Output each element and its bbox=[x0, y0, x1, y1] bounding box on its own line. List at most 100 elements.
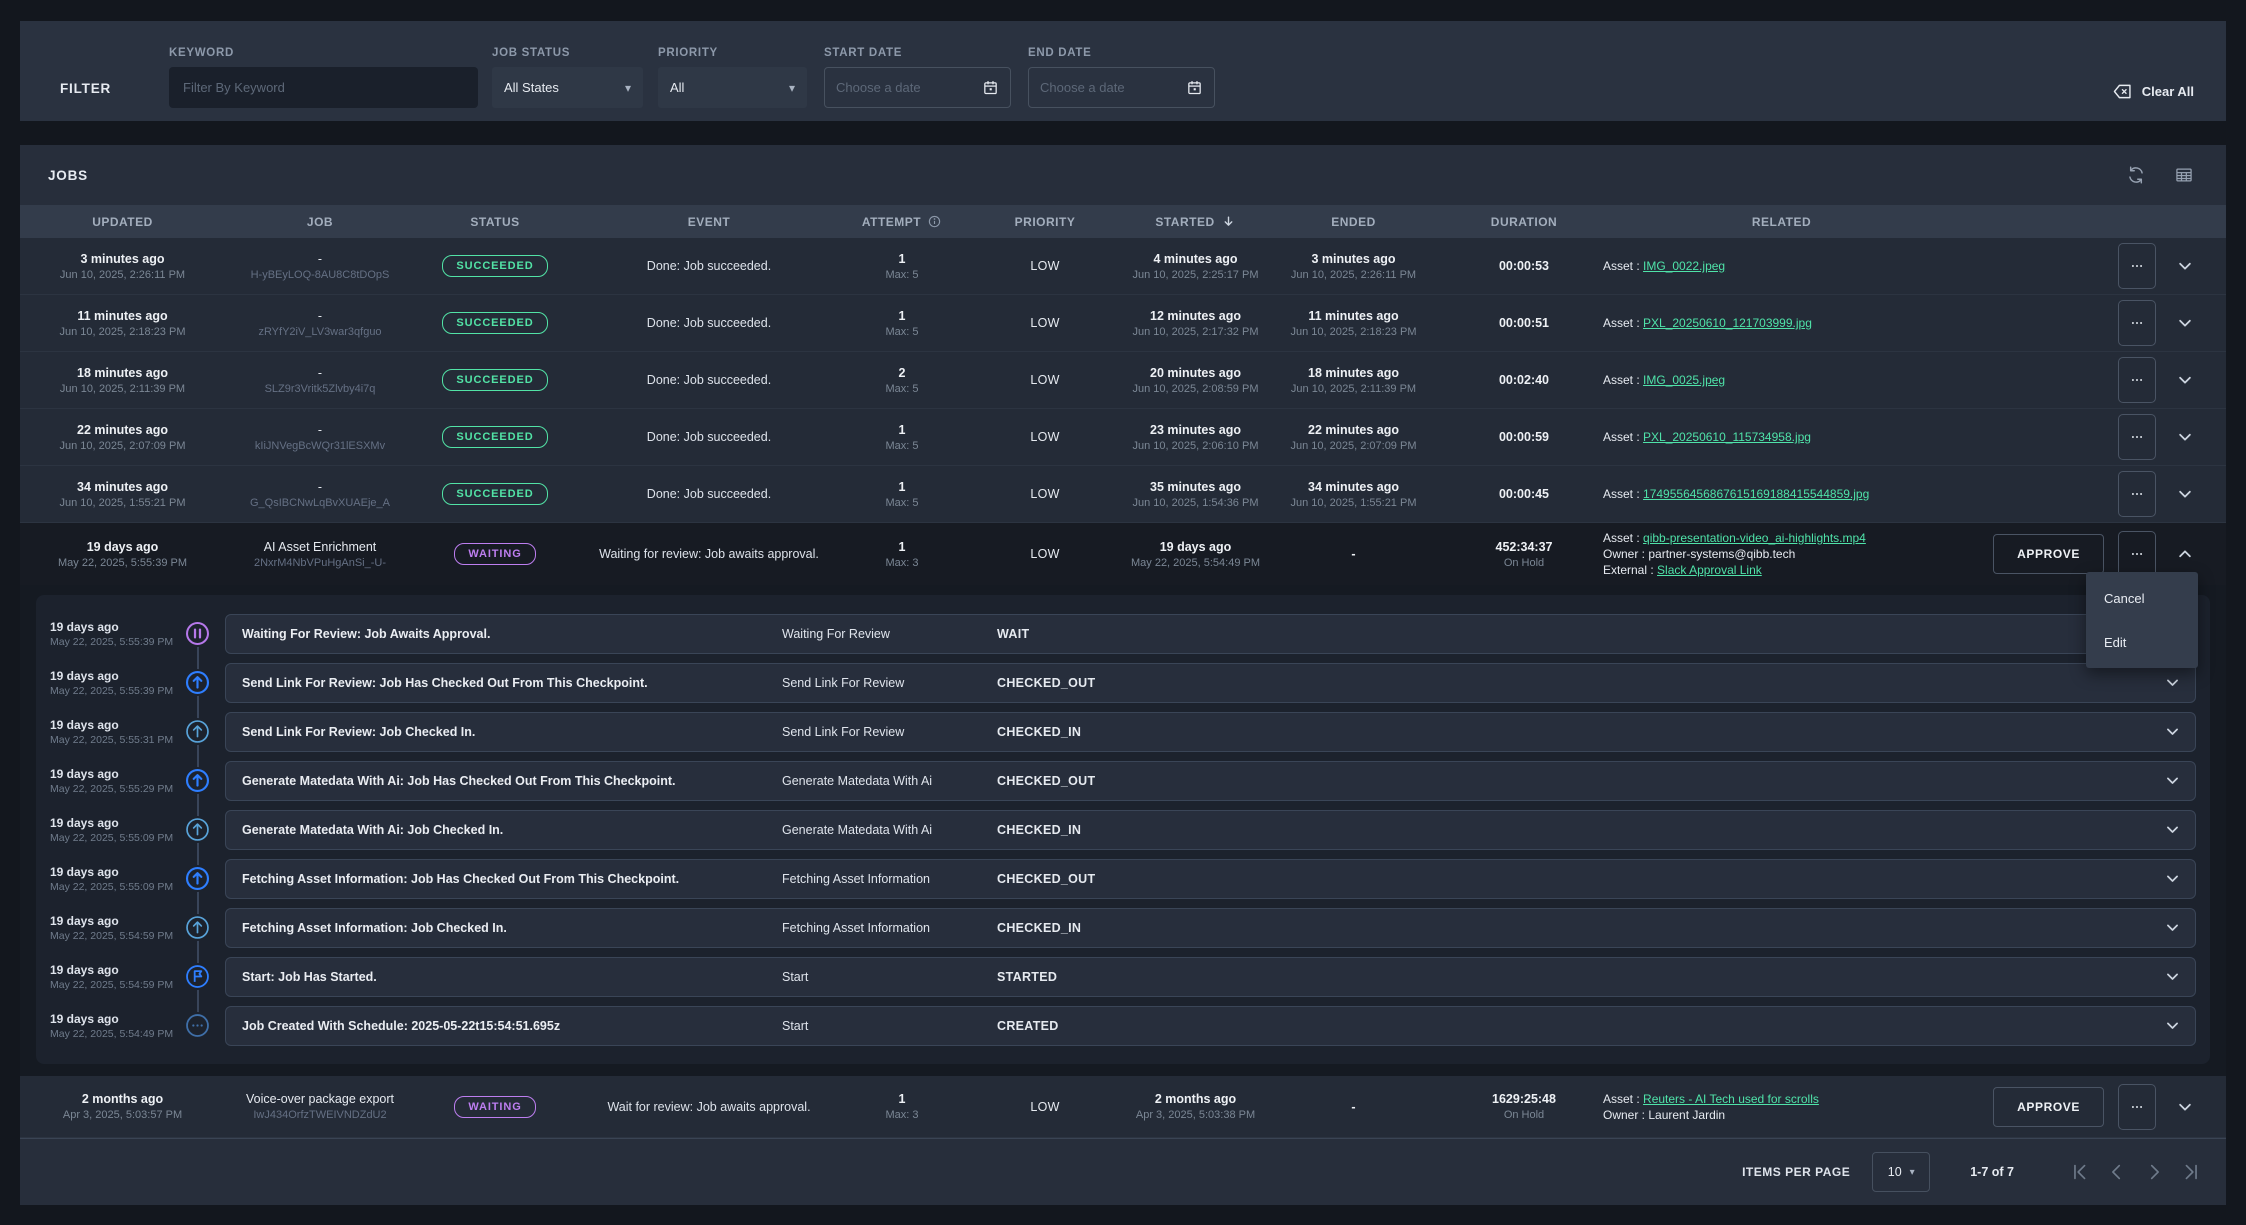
job-row[interactable]: 22 minutes ago Jun 10, 2025, 2:07:09 PM … bbox=[20, 409, 2226, 466]
first-page-button[interactable] bbox=[2069, 1161, 2091, 1183]
info-icon[interactable] bbox=[927, 214, 942, 229]
job-row[interactable]: 19 days ago May 22, 2025, 5:55:39 PM AI … bbox=[20, 523, 2226, 585]
status-badge: SUCCEEDED bbox=[442, 483, 547, 505]
chevron-down-icon[interactable] bbox=[2164, 723, 2181, 740]
calendar-icon[interactable] bbox=[982, 79, 999, 96]
related-link[interactable]: 1749556456867615169188415544859.jpg bbox=[1643, 487, 1869, 501]
related-link[interactable]: PXL_20250610_115734958.jpg bbox=[1643, 430, 1811, 444]
approve-button[interactable]: APPROVE bbox=[1993, 534, 2104, 574]
next-page-button[interactable] bbox=[2143, 1161, 2165, 1183]
more-actions-button[interactable] bbox=[2118, 414, 2156, 460]
timeline-absolute-time: May 22, 2025, 5:55:09 PM bbox=[50, 881, 182, 893]
keyword-input[interactable] bbox=[169, 67, 478, 108]
job-row[interactable]: 3 minutes ago Jun 10, 2025, 2:26:11 PM -… bbox=[20, 238, 2226, 295]
start-date-input[interactable]: Choose a date bbox=[824, 67, 1011, 108]
timeline-event-card[interactable]: Generate Matedata With Ai: Job Has Check… bbox=[225, 761, 2196, 801]
keyword-label: KEYWORD bbox=[169, 47, 478, 59]
column-header-started[interactable]: STARTED bbox=[1129, 214, 1262, 229]
related-link[interactable]: IMG_0022.jpeg bbox=[1643, 259, 1725, 273]
previous-page-button[interactable] bbox=[2106, 1161, 2128, 1183]
chevron-down-icon[interactable] bbox=[2164, 772, 2181, 789]
related-link[interactable]: IMG_0025.jpeg bbox=[1643, 373, 1725, 387]
chevron-down-icon[interactable] bbox=[2164, 674, 2181, 691]
duration-cell: 00:00:45 bbox=[1445, 487, 1603, 501]
chevron-down-icon: ▾ bbox=[789, 81, 795, 95]
timeline-event-card[interactable]: Send Link For Review: Job Has Checked Ou… bbox=[225, 663, 2196, 703]
expand-chevron-icon[interactable] bbox=[2170, 485, 2200, 503]
more-actions-button[interactable] bbox=[2118, 1084, 2156, 1130]
timeline-event-state: WAIT bbox=[997, 627, 2149, 641]
timeline-task-name: Fetching Asset Information bbox=[782, 921, 997, 935]
chevron-down-icon[interactable] bbox=[2164, 1017, 2181, 1034]
priority-label: PRIORITY bbox=[658, 47, 807, 59]
more-actions-button[interactable] bbox=[2118, 300, 2156, 346]
timeline-event-card[interactable]: Job Created With Schedule: 2025-05-22t15… bbox=[225, 1006, 2196, 1046]
job-row[interactable]: 2 months ago Apr 3, 2025, 5:03:57 PM Voi… bbox=[20, 1076, 2226, 1138]
ended-cell: 22 minutes ago Jun 10, 2025, 2:07:09 PM bbox=[1262, 423, 1445, 452]
end-date-placeholder: Choose a date bbox=[1040, 80, 1125, 95]
more-actions-button[interactable] bbox=[2118, 471, 2156, 517]
started-relative: 23 minutes ago bbox=[1129, 423, 1262, 437]
related-link[interactable]: qibb-presentation-video_ai-highlights.mp… bbox=[1643, 531, 1866, 545]
expand-chevron-icon[interactable] bbox=[2170, 314, 2200, 332]
timeline-event-card[interactable]: Fetching Asset Information: Job Has Chec… bbox=[225, 859, 2196, 899]
calendar-icon[interactable] bbox=[1186, 79, 1203, 96]
approve-button[interactable]: APPROVE bbox=[1993, 1087, 2104, 1127]
timeline-event-card[interactable]: Waiting For Review: Job Awaits Approval.… bbox=[225, 614, 2196, 654]
end-date-input[interactable]: Choose a date bbox=[1028, 67, 1215, 108]
menu-item-cancel[interactable]: Cancel bbox=[2086, 576, 2198, 620]
priority-cell: LOW bbox=[961, 1100, 1129, 1114]
expand-chevron-icon[interactable] bbox=[2170, 257, 2200, 275]
chevron-down-icon[interactable] bbox=[2164, 821, 2181, 838]
timeline-row: 19 days ago May 22, 2025, 5:55:09 PM Gen… bbox=[36, 805, 2210, 854]
attempt-cell: 1 Max: 5 bbox=[843, 309, 961, 338]
sort-descending-icon[interactable] bbox=[1221, 214, 1236, 229]
duration-status: On Hold bbox=[1445, 557, 1603, 569]
attempt-count: 1 bbox=[843, 252, 961, 266]
timeline-event-title: Send Link For Review: Job Checked In. bbox=[242, 725, 782, 739]
event-cell: Done: Job succeeded. bbox=[575, 316, 843, 330]
expand-chevron-icon[interactable] bbox=[2170, 428, 2200, 446]
priority-select[interactable]: All ▾ bbox=[658, 67, 807, 108]
start-date-field-group: START DATE Choose a date bbox=[824, 47, 1011, 108]
menu-item-edit[interactable]: Edit bbox=[2086, 620, 2198, 664]
status-badge: WAITING bbox=[454, 543, 535, 565]
timeline-relative-time: 19 days ago bbox=[50, 914, 182, 928]
refresh-icon[interactable] bbox=[2126, 165, 2146, 185]
timeline-state-icon bbox=[184, 669, 211, 696]
expand-chevron-icon[interactable] bbox=[2170, 1098, 2200, 1116]
actions-cell: APPROVE bbox=[1960, 531, 2226, 577]
timeline-row: 19 days ago May 22, 2025, 5:54:49 PM Job… bbox=[36, 1001, 2210, 1050]
expand-chevron-icon[interactable] bbox=[2170, 545, 2200, 563]
related-link[interactable]: PXL_20250610_121703999.jpg bbox=[1643, 316, 1812, 330]
expand-chevron-icon[interactable] bbox=[2170, 371, 2200, 389]
timeline-event-card[interactable]: Send Link For Review: Job Checked In. Se… bbox=[225, 712, 2196, 752]
table-view-icon[interactable] bbox=[2174, 165, 2194, 185]
job-row[interactable]: 34 minutes ago Jun 10, 2025, 1:55:21 PM … bbox=[20, 466, 2226, 523]
more-actions-button[interactable] bbox=[2118, 531, 2156, 577]
related-link[interactable]: Slack Approval Link bbox=[1657, 563, 1762, 577]
job-cell: Voice-over package export IwJ434OrfzTWEI… bbox=[225, 1092, 415, 1121]
clear-all-button[interactable]: Clear All bbox=[2112, 81, 2194, 102]
last-page-button[interactable] bbox=[2180, 1161, 2202, 1183]
job-row[interactable]: 11 minutes ago Jun 10, 2025, 2:18:23 PM … bbox=[20, 295, 2226, 352]
more-actions-button[interactable] bbox=[2118, 243, 2156, 289]
chevron-down-icon[interactable] bbox=[2164, 870, 2181, 887]
priority-cell: LOW bbox=[961, 487, 1129, 501]
job-row[interactable]: 18 minutes ago Jun 10, 2025, 2:11:39 PM … bbox=[20, 352, 2226, 409]
jobs-title: JOBS bbox=[48, 168, 88, 183]
timeline-event-card[interactable]: Start: Job Has Started. Start STARTED bbox=[225, 957, 2196, 997]
chevron-down-icon[interactable] bbox=[2164, 968, 2181, 985]
related-link[interactable]: Reuters - AI Tech used for scrolls bbox=[1643, 1092, 1819, 1106]
chevron-down-icon[interactable] bbox=[2164, 919, 2181, 936]
items-per-page-select[interactable]: 10 ▾ bbox=[1872, 1152, 1930, 1192]
timeline-event-card[interactable]: Generate Matedata With Ai: Job Checked I… bbox=[225, 810, 2196, 850]
started-cell: 35 minutes ago Jun 10, 2025, 1:54:36 PM bbox=[1129, 480, 1262, 509]
ellipsis-icon bbox=[2130, 487, 2144, 501]
more-actions-button[interactable] bbox=[2118, 357, 2156, 403]
ended-relative: 22 minutes ago bbox=[1262, 423, 1445, 437]
timeline-event-card[interactable]: Fetching Asset Information: Job Checked … bbox=[225, 908, 2196, 948]
status-badge: SUCCEEDED bbox=[442, 426, 547, 448]
timeline-row: 19 days ago May 22, 2025, 5:55:29 PM Gen… bbox=[36, 756, 2210, 805]
job-status-select[interactable]: All States ▾ bbox=[492, 67, 643, 108]
